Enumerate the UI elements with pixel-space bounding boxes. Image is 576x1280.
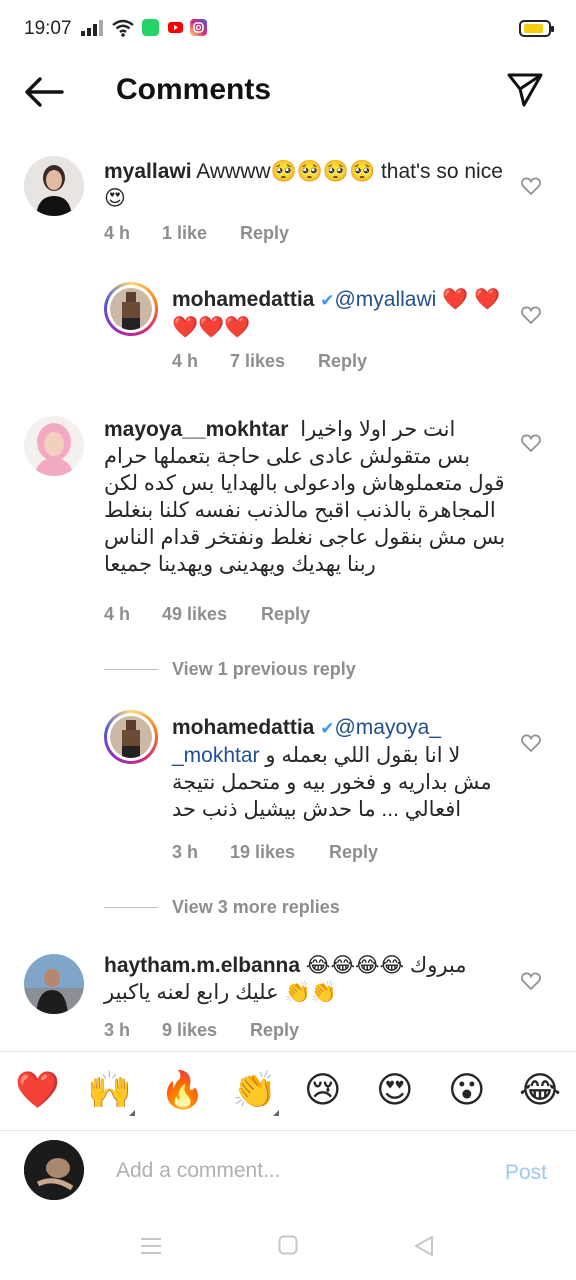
back-triangle-icon[interactable]	[413, 1235, 435, 1257]
comment-likes[interactable]: 9 likes	[162, 1020, 217, 1041]
battery-icon	[519, 20, 554, 37]
thread-line	[104, 907, 158, 908]
reply-button[interactable]: Reply	[240, 223, 289, 244]
comment-text-line: لا انا بقول اللي بعمله و	[265, 744, 461, 767]
like-heart-icon[interactable]	[521, 177, 541, 195]
comment-time: 4 h	[172, 351, 199, 371]
post-button[interactable]: Post	[505, 1161, 547, 1185]
comment-likes[interactable]: 19 likes	[230, 842, 295, 863]
emoji-fire[interactable]: 🔥	[160, 1070, 205, 1110]
comment-input[interactable]: Add a comment...	[116, 1159, 281, 1183]
wifi-icon	[112, 19, 134, 37]
emoji-surprised[interactable]: 😮	[448, 1070, 486, 1110]
view-replies-label[interactable]: View 3 more replies	[172, 897, 340, 918]
mention-link[interactable]: @mayoya_	[334, 716, 441, 739]
reply-button[interactable]: Reply	[329, 842, 378, 863]
back-arrow-icon[interactable]	[24, 76, 64, 108]
comment-text-line: 😂😂😂😂 مبروك	[305, 954, 467, 977]
direct-send-icon[interactable]	[506, 72, 544, 108]
comment-likes[interactable]: 49 likes	[162, 604, 227, 625]
reply-button[interactable]: Reply	[250, 1020, 299, 1041]
emoji-clapping-hands[interactable]: 👏	[232, 1070, 277, 1110]
comment-username[interactable]: mohamedattia	[172, 288, 314, 311]
comment-likes[interactable]: 7 likes	[230, 351, 285, 372]
like-heart-icon[interactable]	[521, 972, 541, 990]
avatar[interactable]	[24, 156, 84, 216]
comment-time: 3 h	[104, 1020, 131, 1040]
comment-text-line: بس متقولش عادى على حاجة بتعملها حرام	[104, 445, 471, 468]
avatar[interactable]	[24, 416, 84, 476]
mention-link[interactable]: _mokhtar	[172, 744, 260, 767]
menu-icon[interactable]	[140, 1237, 162, 1255]
comment-username[interactable]: mayoya__mokhtar	[104, 418, 288, 441]
comment-time: 4 h	[104, 604, 131, 624]
comment-username[interactable]: mohamedattia	[172, 716, 314, 739]
avatar[interactable]	[104, 282, 158, 336]
comment-text-line: قول متعملوهاش وادعولى بالهدايا بس كده لك…	[104, 472, 505, 495]
avatar	[24, 1140, 84, 1200]
skin-tone-indicator-icon	[273, 1110, 279, 1116]
instagram-icon	[190, 19, 207, 36]
comment-username[interactable]: haytham.m.elbanna	[104, 954, 300, 977]
header: Comments	[0, 58, 576, 126]
comment-composer: Add a comment... Post	[0, 1131, 576, 1213]
comment-text-line: المجاهرة بالذنب اقبح مالذنب نفسه كلنا بن…	[104, 499, 496, 522]
comment-likes[interactable]: 1 like	[162, 223, 207, 244]
emoji-quick-bar: ❤️ 🙌 🔥 👏 😢 😍 😮 😂	[0, 1052, 576, 1130]
mention-link[interactable]: @myallawi	[334, 288, 436, 311]
emoji-heart-eyes[interactable]: 😍	[376, 1070, 414, 1110]
status-bar: 19:07	[0, 0, 576, 58]
comment-text-line: ربنا يهديك ويهدينى ويهدينا جميعا	[104, 553, 376, 576]
status-time: 19:07	[24, 18, 72, 39]
emoji-laughing[interactable]: 😂	[519, 1070, 561, 1110]
like-heart-icon[interactable]	[521, 734, 541, 752]
comment-text-line: بس مش بنقول عاجى نغلط ونفتخر قدام الناس	[104, 526, 506, 549]
view-replies-label[interactable]: View 1 previous reply	[172, 659, 356, 680]
comment-text-line: عليك رابع لعنه ياكبير 👏👏	[104, 981, 337, 1004]
emoji-crying-face[interactable]: 😢	[304, 1070, 342, 1110]
reply-button[interactable]: Reply	[261, 604, 310, 625]
comment-text-line: مش بداريه و فخور بيه و متحمل نتيجة	[172, 771, 492, 794]
signal-icon	[81, 20, 103, 36]
home-icon[interactable]	[278, 1235, 298, 1255]
comment-time: 4 h	[104, 223, 131, 243]
avatar[interactable]	[24, 954, 84, 1014]
verified-badge-icon: ✔	[320, 291, 335, 310]
avatar[interactable]	[104, 710, 158, 764]
whatsapp-icon	[142, 19, 159, 36]
like-heart-icon[interactable]	[521, 434, 541, 452]
page-title: Comments	[116, 73, 272, 106]
verified-badge-icon: ✔	[320, 719, 335, 738]
thread-line	[104, 669, 158, 670]
youtube-icon	[167, 19, 184, 36]
comment-text-line: افعالي ... ما حدش بيشيل ذنب حد	[172, 798, 462, 821]
comment-text-line: انت حر اولا واخيرا	[300, 418, 456, 441]
emoji-heart[interactable]: ❤️	[15, 1070, 60, 1110]
comment-username[interactable]: myallawi	[104, 160, 192, 183]
like-heart-icon[interactable]	[521, 306, 541, 324]
emoji-raising-hands[interactable]: 🙌	[87, 1070, 132, 1110]
comment-time: 3 h	[172, 842, 199, 862]
system-nav-bar	[0, 1213, 576, 1280]
skin-tone-indicator-icon	[129, 1110, 135, 1116]
reply-button[interactable]: Reply	[318, 351, 367, 372]
